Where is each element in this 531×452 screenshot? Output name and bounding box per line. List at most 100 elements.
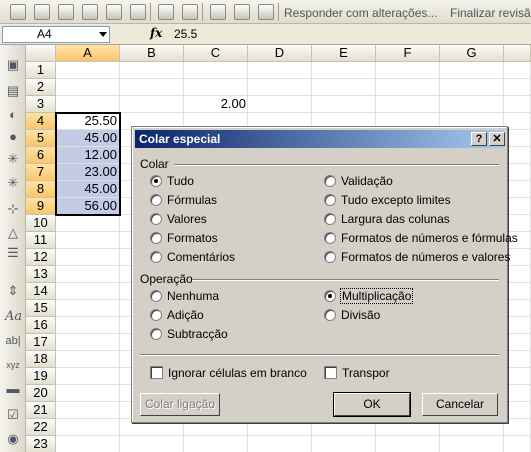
grid-cell[interactable] xyxy=(56,266,120,283)
grid-cell[interactable] xyxy=(184,62,248,79)
grid-cell[interactable] xyxy=(376,79,440,96)
grid-cell[interactable] xyxy=(376,62,440,79)
grid-cell[interactable] xyxy=(56,368,120,385)
radio-icon[interactable]: ◉ xyxy=(5,431,21,447)
row-header[interactable]: 10 xyxy=(26,215,56,232)
attach-icon[interactable] xyxy=(258,4,274,20)
compare-icon[interactable] xyxy=(234,4,250,20)
radio-paste-formulas[interactable]: Fórmulas xyxy=(150,192,217,208)
radio-op-multiply[interactable]: Multiplicação xyxy=(324,288,414,304)
grid-cell[interactable] xyxy=(504,198,531,215)
grid-cell[interactable] xyxy=(56,283,120,300)
radio-op-subtract[interactable]: Subtracção xyxy=(150,326,228,342)
grid-cell[interactable] xyxy=(504,385,531,402)
grid-cell[interactable] xyxy=(440,62,504,79)
formula-input[interactable]: 25.5 xyxy=(174,27,197,41)
grid-cell[interactable] xyxy=(376,436,440,452)
reject-change-icon[interactable] xyxy=(182,4,198,20)
grid-cell[interactable] xyxy=(504,334,531,351)
text-style-icon[interactable]: Aa xyxy=(5,309,22,325)
image-icon[interactable]: ▣ xyxy=(5,57,21,73)
grid-cell[interactable] xyxy=(504,266,531,283)
row-header[interactable]: 11 xyxy=(26,232,56,249)
grid-cell[interactable] xyxy=(504,79,531,96)
expand-icon[interactable]: ⇕ xyxy=(5,283,21,299)
column-header[interactable]: D xyxy=(248,45,312,62)
row-header[interactable]: 8 xyxy=(26,181,56,198)
crop-icon[interactable]: ⊹ xyxy=(5,201,21,217)
grid-cell[interactable] xyxy=(56,419,120,436)
help-icon[interactable]: ? xyxy=(471,132,487,146)
grid-cell[interactable] xyxy=(312,96,376,113)
radio-paste-comments[interactable]: Comentários xyxy=(150,249,235,265)
chevron-down-icon[interactable] xyxy=(99,32,107,37)
star-icon[interactable]: ✳ xyxy=(5,151,21,167)
row-header[interactable]: 6 xyxy=(26,147,56,164)
grid-cell[interactable] xyxy=(504,300,531,317)
cell-c3[interactable]: 2.00 xyxy=(184,96,248,113)
grid-cell[interactable] xyxy=(504,181,531,198)
grid-cell[interactable] xyxy=(312,436,376,452)
grid-cell[interactable] xyxy=(312,79,376,96)
row-header[interactable]: 23 xyxy=(26,436,56,452)
grid-cell[interactable] xyxy=(56,96,120,113)
textbox-icon[interactable]: xyz xyxy=(5,357,21,373)
column-header[interactable]: B xyxy=(120,45,184,62)
radio-paste-all-except-borders[interactable]: Tudo excepto limites xyxy=(324,192,451,208)
checkbox-skip-blanks[interactable]: Ignorar células em branco xyxy=(150,365,307,381)
finish-review-button[interactable]: Finalizar revisão... xyxy=(450,6,531,20)
grid-cell[interactable] xyxy=(56,436,120,452)
row-header[interactable]: 3 xyxy=(26,96,56,113)
radio-op-divide[interactable]: Divisão xyxy=(324,307,380,323)
cell-a6[interactable]: 12.00 xyxy=(56,147,120,164)
circle-icon[interactable]: ● xyxy=(5,129,21,145)
cell-a8[interactable]: 45.00 xyxy=(56,181,120,198)
grid-cell[interactable] xyxy=(56,232,120,249)
grid-cell[interactable] xyxy=(120,62,184,79)
row-header[interactable]: 13 xyxy=(26,266,56,283)
grid-cell[interactable] xyxy=(56,215,120,232)
row-header[interactable]: 22 xyxy=(26,419,56,436)
grid-cell[interactable] xyxy=(504,283,531,300)
grid-cell[interactable] xyxy=(376,96,440,113)
cell-a7[interactable]: 23.00 xyxy=(56,164,120,181)
row-header[interactable]: 21 xyxy=(26,402,56,419)
radio-paste-number-formats-values[interactable]: Formatos de números e valores xyxy=(324,249,510,265)
grid-cell[interactable] xyxy=(120,436,184,452)
radio-paste-number-formats-formulas[interactable]: Formatos de números e fórmulas xyxy=(324,230,518,246)
cell-a5[interactable]: 45.00 xyxy=(56,130,120,147)
grid-cell[interactable] xyxy=(56,249,120,266)
radio-paste-all[interactable]: Tudo xyxy=(150,173,194,189)
radio-paste-validation[interactable]: Validação xyxy=(324,173,393,189)
grid-cell[interactable] xyxy=(504,96,531,113)
cell-a4[interactable]: 25.50 xyxy=(56,113,120,130)
row-header[interactable]: 2 xyxy=(26,79,56,96)
line-style-icon[interactable]: ☰ xyxy=(5,245,21,261)
spell-check-icon[interactable] xyxy=(210,4,226,20)
grid-cell[interactable] xyxy=(504,402,531,419)
grid-cell[interactable] xyxy=(120,79,184,96)
next-comment-icon[interactable] xyxy=(58,4,74,20)
track-changes-icon[interactable] xyxy=(158,4,174,20)
grid-cell[interactable] xyxy=(504,147,531,164)
grid-cell[interactable] xyxy=(504,351,531,368)
row-header[interactable]: 18 xyxy=(26,351,56,368)
row-header[interactable]: 9 xyxy=(26,198,56,215)
column-header[interactable]: E xyxy=(312,45,376,62)
delete-comment-icon[interactable] xyxy=(130,4,146,20)
checkbox-transpose[interactable]: Transpor xyxy=(324,365,390,381)
checkbox-icon[interactable]: ☑ xyxy=(5,407,21,423)
grid-cell[interactable] xyxy=(504,62,531,79)
cancel-button[interactable]: Cancelar xyxy=(422,393,498,416)
close-icon[interactable]: ✕ xyxy=(489,132,505,146)
grid-cell[interactable] xyxy=(184,436,248,452)
grid-cell[interactable] xyxy=(120,96,184,113)
name-box[interactable]: A4 xyxy=(2,26,110,43)
select-all-corner[interactable] xyxy=(26,45,56,62)
row-header[interactable]: 7 xyxy=(26,164,56,181)
row-header[interactable]: 19 xyxy=(26,368,56,385)
layout-icon[interactable]: ▤ xyxy=(5,83,21,99)
grid-cell[interactable] xyxy=(56,334,120,351)
radio-op-add[interactable]: Adição xyxy=(150,307,204,323)
button-shape-icon[interactable]: ▬ xyxy=(5,381,21,397)
